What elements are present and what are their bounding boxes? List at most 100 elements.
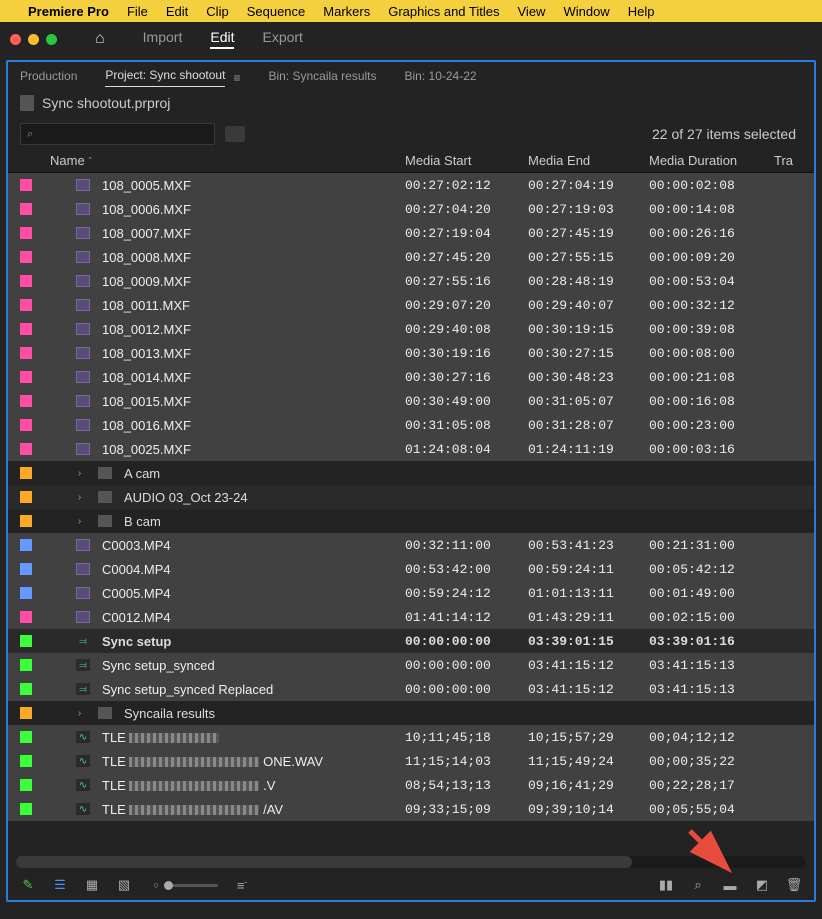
new-bin-button[interactable]: ▬ [722, 877, 738, 893]
header-media-start[interactable]: Media Start [405, 153, 528, 168]
list-view-button[interactable]: ☰ [52, 877, 68, 893]
menu-file[interactable]: File [127, 4, 148, 19]
label-color-swatch[interactable] [20, 203, 32, 215]
panel-tab-bin-date[interactable]: Bin: 10-24-22 [405, 69, 477, 87]
sort-icons-button[interactable]: ≡ˇ [234, 877, 250, 893]
panel-menu-icon[interactable]: ≡ [233, 71, 240, 85]
disclosure-triangle-icon[interactable]: › [78, 468, 88, 479]
clip-row[interactable]: ⫤Sync setup_synced00:00:00:0003:41:15:12… [8, 653, 814, 677]
label-color-swatch[interactable] [20, 179, 32, 191]
menu-markers[interactable]: Markers [323, 4, 370, 19]
disclosure-triangle-icon[interactable]: › [78, 708, 88, 719]
label-color-swatch[interactable] [20, 539, 32, 551]
clip-row[interactable]: ∿TLE ONE.WAV11;15;14;0311;15;49;2400;00;… [8, 749, 814, 773]
clip-row[interactable]: 108_0008.MXF00:27:45:2000:27:55:1500:00:… [8, 245, 814, 269]
panel-tab-project[interactable]: Project: Sync shootout [105, 68, 225, 87]
clip-row[interactable]: C0003.MP400:32:11:0000:53:41:2300:21:31:… [8, 533, 814, 557]
label-color-swatch[interactable] [20, 515, 32, 527]
label-color-swatch[interactable] [20, 395, 32, 407]
header-media-end[interactable]: Media End [528, 153, 649, 168]
clip-row[interactable]: 108_0016.MXF00:31:05:0800:31:28:0700:00:… [8, 413, 814, 437]
clip-row[interactable]: 108_0014.MXF00:30:27:1600:30:48:2300:00:… [8, 365, 814, 389]
label-color-swatch[interactable] [20, 611, 32, 623]
clip-row[interactable]: ∿TLE .V08;54;13;1309;16;41;2900;22;28;17 [8, 773, 814, 797]
clip-row[interactable]: ∿TLE /AV09;33;15;0909;39;10;1400;05;55;0… [8, 797, 814, 821]
bin-row[interactable]: ›A cam [8, 461, 814, 485]
clip-row[interactable]: C0004.MP400:53:42:0000:59:24:1100:05:42:… [8, 557, 814, 581]
clip-row[interactable]: 108_0015.MXF00:30:49:0000:31:05:0700:00:… [8, 389, 814, 413]
menu-help[interactable]: Help [628, 4, 655, 19]
minimize-window-button[interactable] [28, 34, 39, 45]
panel-tab-production[interactable]: Production [20, 69, 77, 87]
tab-edit[interactable]: Edit [210, 29, 234, 49]
header-name[interactable]: Name ˆ [50, 153, 405, 168]
menu-graphics[interactable]: Graphics and Titles [388, 4, 499, 19]
label-color-swatch[interactable] [20, 323, 32, 335]
thumbnail-size-slider[interactable] [168, 884, 218, 887]
menu-window[interactable]: Window [563, 4, 609, 19]
label-color-swatch[interactable] [20, 371, 32, 383]
write-mode-button[interactable]: ✎ [20, 877, 36, 893]
label-color-swatch[interactable] [20, 491, 32, 503]
menu-view[interactable]: View [518, 4, 546, 19]
label-color-swatch[interactable] [20, 251, 32, 263]
label-color-swatch[interactable] [20, 587, 32, 599]
label-color-swatch[interactable] [20, 803, 32, 815]
header-media-duration[interactable]: Media Duration [649, 153, 774, 168]
freeform-view-button[interactable]: ▧ [116, 877, 132, 893]
tab-export[interactable]: Export [262, 29, 302, 49]
find-button[interactable]: ⌕ [690, 877, 706, 893]
label-color-swatch[interactable] [20, 443, 32, 455]
clip-row[interactable]: 108_0012.MXF00:29:40:0800:30:19:1500:00:… [8, 317, 814, 341]
bin-row[interactable]: ›Syncaila results [8, 701, 814, 725]
label-color-swatch[interactable] [20, 299, 32, 311]
label-color-swatch[interactable] [20, 755, 32, 767]
label-color-swatch[interactable] [20, 731, 32, 743]
home-icon[interactable]: ⌂ [95, 30, 105, 48]
label-color-swatch[interactable] [20, 683, 32, 695]
maximize-window-button[interactable] [46, 34, 57, 45]
clip-row[interactable]: 108_0007.MXF00:27:19:0400:27:45:1900:00:… [8, 221, 814, 245]
bin-row[interactable]: ›B cam [8, 509, 814, 533]
automate-to-sequence-button[interactable]: ▮▮ [658, 877, 674, 893]
new-item-button[interactable]: ◩ [754, 877, 770, 893]
clip-row[interactable]: C0012.MP401:41:14:1201:43:29:1100:02:15:… [8, 605, 814, 629]
disclosure-triangle-icon[interactable]: › [78, 516, 88, 527]
label-color-swatch[interactable] [20, 419, 32, 431]
close-window-button[interactable] [10, 34, 21, 45]
icon-view-button[interactable]: ▦ [84, 877, 100, 893]
clip-row[interactable]: ∿TLE 10;11;45;1810;15;57;2900;04;12;12 [8, 725, 814, 749]
menu-edit[interactable]: Edit [166, 4, 188, 19]
label-color-swatch[interactable] [20, 275, 32, 287]
clip-row[interactable]: 108_0013.MXF00:30:19:1600:30:27:1500:00:… [8, 341, 814, 365]
label-color-swatch[interactable] [20, 347, 32, 359]
label-color-swatch[interactable] [20, 779, 32, 791]
app-name[interactable]: Premiere Pro [28, 4, 109, 19]
scrollbar-thumb[interactable] [16, 856, 632, 868]
header-tra[interactable]: Tra [774, 153, 814, 168]
clip-row[interactable]: 108_0011.MXF00:29:07:2000:29:40:0700:00:… [8, 293, 814, 317]
disclosure-triangle-icon[interactable]: › [78, 492, 88, 503]
clip-row[interactable]: ⫤Sync setup_synced Replaced00:00:00:0003… [8, 677, 814, 701]
label-color-swatch[interactable] [20, 227, 32, 239]
clip-row[interactable]: 108_0025.MXF01:24:08:0401:24:11:1900:00:… [8, 437, 814, 461]
menu-clip[interactable]: Clip [206, 4, 228, 19]
clip-row[interactable]: 108_0009.MXF00:27:55:1600:28:48:1900:00:… [8, 269, 814, 293]
project-item-list[interactable]: 108_0005.MXF00:27:02:1200:27:04:1900:00:… [8, 173, 814, 850]
panel-tab-bin-syncaila[interactable]: Bin: Syncaila results [268, 69, 376, 87]
search-input[interactable]: ⌕ [20, 123, 215, 145]
label-color-swatch[interactable] [20, 467, 32, 479]
horizontal-scrollbar[interactable] [16, 856, 806, 868]
label-color-swatch[interactable] [20, 563, 32, 575]
bin-row[interactable]: ›AUDIO 03_Oct 23-24 [8, 485, 814, 509]
label-color-swatch[interactable] [20, 659, 32, 671]
clear-button[interactable]: 🗑 [786, 877, 802, 893]
tab-import[interactable]: Import [143, 29, 183, 49]
open-bin-button[interactable] [225, 126, 245, 142]
clip-row[interactable]: 108_0005.MXF00:27:02:1200:27:04:1900:00:… [8, 173, 814, 197]
menu-sequence[interactable]: Sequence [247, 4, 306, 19]
label-color-swatch[interactable] [20, 707, 32, 719]
label-color-swatch[interactable] [20, 635, 32, 647]
clip-row[interactable]: C0005.MP400:59:24:1201:01:13:1100:01:49:… [8, 581, 814, 605]
clip-row[interactable]: ⫤Sync setup00:00:00:0003:39:01:1503:39:0… [8, 629, 814, 653]
